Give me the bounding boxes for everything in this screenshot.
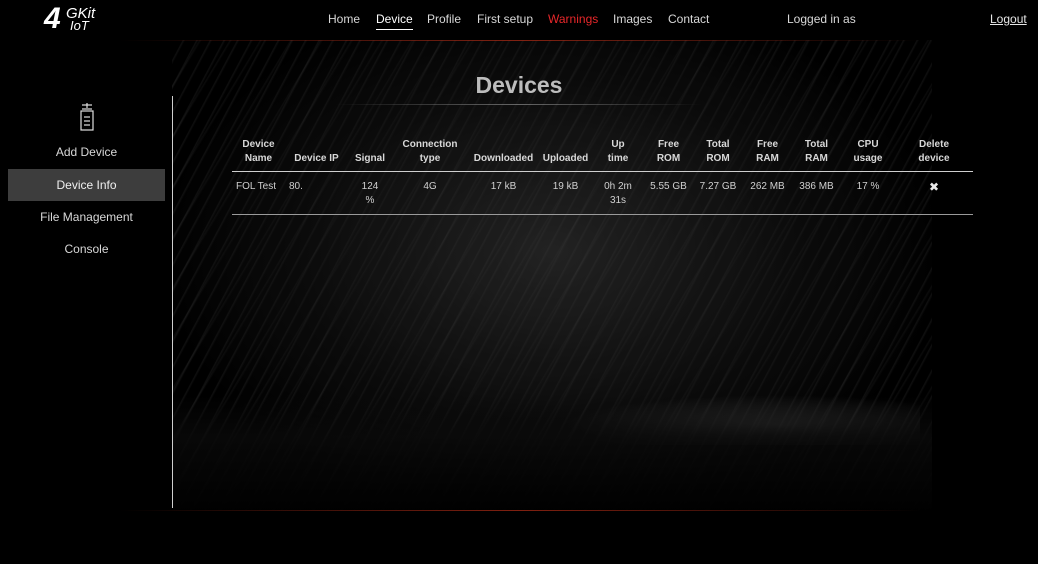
header-downloaded: Downloaded <box>468 136 539 172</box>
cell-total-rom: 7.27 GB <box>699 181 737 192</box>
nav-home[interactable]: Home <box>328 12 360 26</box>
page-title: Devices <box>475 72 563 98</box>
sidebar-item-file-management[interactable]: File Management <box>8 201 165 233</box>
cell-total-ram: 386 MB <box>799 181 834 192</box>
devices-table-container: Device Name Device IP Signal Connection ty… <box>232 136 973 215</box>
devices-table: Device Name Device IP Signal Connection ty… <box>232 136 973 215</box>
header-line: usage <box>853 153 883 164</box>
nav-profile[interactable]: Profile <box>427 12 461 26</box>
logo[interactable]: 4 GKit IoT <box>44 2 114 38</box>
header-uploaded: Uploaded <box>539 136 592 172</box>
nav-contact[interactable]: Contact <box>668 12 709 26</box>
header-line: type <box>419 153 441 164</box>
header-line: Device IP <box>294 153 339 164</box>
nav-first-setup[interactable]: First setup <box>477 12 533 26</box>
nav-device[interactable]: Device <box>376 12 413 30</box>
cell-uptime: 0h 2m 31s <box>592 172 644 215</box>
header-total-ram: Total RAM <box>792 136 841 172</box>
header-line: RAM <box>805 153 828 164</box>
cell-cpu-usage: 17 % <box>856 181 880 192</box>
header-free-ram: Free RAM <box>743 136 792 172</box>
header-line: Free <box>756 139 779 150</box>
header-line: Uploaded <box>542 153 589 164</box>
cell-downloaded: 17 kB <box>490 181 517 192</box>
cell-signal: 124% <box>348 172 392 215</box>
header-line: Free <box>657 139 680 150</box>
nav-warnings[interactable]: Warnings <box>548 12 598 26</box>
uptime-line: 0h 2m <box>604 181 632 192</box>
sidebar-item-add-device[interactable]: Add Device <box>8 136 165 168</box>
cell-free-ram: 262 MB <box>750 181 785 192</box>
header-line: device <box>918 153 950 164</box>
header-line: Connection <box>402 139 458 150</box>
logo-4: 4 <box>44 2 61 35</box>
signal-unit: % <box>365 195 375 206</box>
cell-connection-type: 4G <box>423 181 437 192</box>
device-icon <box>78 102 96 132</box>
sidebar-divider <box>172 96 173 508</box>
header-line: Device <box>242 139 275 150</box>
table-header-row: Device Name Device IP Signal Connection ty… <box>232 136 973 172</box>
table-row[interactable]: FOL Test 80. 124% 4G 17 kB 19 kB 0h 2m 31… <box>232 172 973 215</box>
delete-icon[interactable]: ✖ <box>929 180 939 194</box>
footer-divider <box>120 510 920 511</box>
header-delete-device: Delete device <box>895 136 973 172</box>
header-line: time <box>607 153 629 164</box>
header-line: ROM <box>706 153 730 164</box>
header-device-ip: Device IP <box>285 136 348 172</box>
header-connection-type: Connection type <box>392 136 468 172</box>
cell-uploaded: 19 kB <box>552 181 579 192</box>
nav-images[interactable]: Images <box>613 12 652 26</box>
header-divider <box>120 40 920 41</box>
header-free-rom: Free ROM <box>644 136 693 172</box>
header-signal: Signal <box>348 136 392 172</box>
logged-in-label: Logged in as <box>787 12 856 26</box>
sidebar-item-device-info[interactable]: Device Info <box>8 169 165 201</box>
title-underline <box>336 104 702 105</box>
cell-delete-device: ✖ <box>895 172 973 215</box>
header-line: RAM <box>756 153 779 164</box>
logout-link[interactable]: Logout <box>990 12 1027 26</box>
header-line: Up <box>611 139 625 150</box>
header-line: Total <box>706 139 730 150</box>
cell-device-ip: 80. <box>289 181 303 192</box>
header: 4 GKit IoT Home Device Profile First set… <box>0 0 1038 40</box>
header-cpu-usage: CPU usage <box>841 136 895 172</box>
logo-iot: IoT <box>70 18 89 33</box>
page: 4 GKit IoT Home Device Profile First set… <box>0 0 1038 564</box>
cell-device-name: FOL Test <box>236 181 277 192</box>
signal-value: 124 <box>361 181 379 192</box>
header-line: Delete <box>918 139 949 150</box>
header-line: CPU <box>857 139 879 150</box>
header-line: ROM <box>656 153 681 164</box>
header-line: Signal <box>354 153 385 164</box>
header-uptime: Up time <box>592 136 644 172</box>
cell-free-rom: 5.55 GB <box>650 181 687 192</box>
header-line: Total <box>804 139 829 150</box>
horizon-fade <box>172 395 932 515</box>
uptime-line: 31s <box>609 195 627 206</box>
header-total-rom: Total ROM <box>693 136 743 172</box>
sidebar-item-console[interactable]: Console <box>8 233 165 265</box>
header-line: Name <box>244 153 273 164</box>
header-device-name: Device Name <box>232 136 285 172</box>
header-line: Downloaded <box>473 153 534 164</box>
